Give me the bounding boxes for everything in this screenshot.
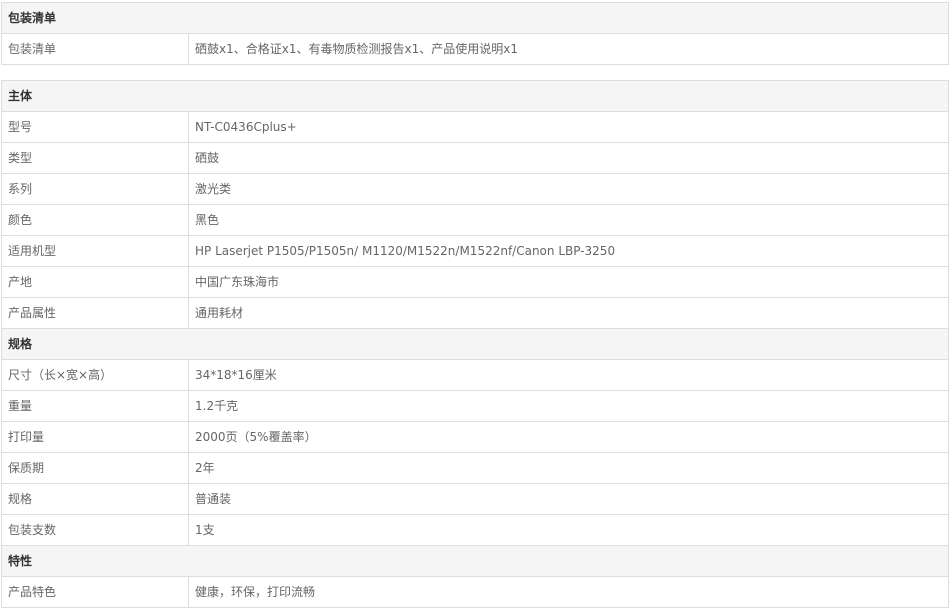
table-row: 类型 硒鼓 — [1, 142, 950, 174]
table-row: 包装支数 1支 — [1, 514, 950, 546]
spec-key: 颜色 — [1, 204, 189, 236]
section-title: 特性 — [0, 545, 950, 577]
table-row: 打印量 2000页（5%覆盖率） — [1, 421, 950, 453]
table-row: 包装清单 硒鼓x1、合格证x1、有毒物质检测报告x1、产品使用说明x1 — [1, 33, 950, 65]
section-title: 规格 — [0, 328, 950, 360]
spec-key: 系列 — [1, 173, 189, 205]
spec-value: 健康，环保，打印流畅 — [187, 576, 950, 608]
spec-key: 打印量 — [1, 421, 189, 453]
section-header-features: 特性 — [0, 545, 950, 577]
spec-value: 黑色 — [187, 204, 950, 236]
spec-value: 激光类 — [187, 173, 950, 205]
spec-key: 产地 — [1, 266, 189, 298]
spec-value: 1.2千克 — [187, 390, 950, 422]
spec-key: 适用机型 — [1, 235, 189, 267]
spec-value: 通用耗材 — [187, 297, 950, 329]
spec-value: HP Laserjet P1505/P1505n/ M1120/M1522n/M… — [187, 235, 950, 267]
table-row: 产品属性 通用耗材 — [1, 297, 950, 329]
table-row: 规格 普通装 — [1, 483, 950, 515]
spec-key: 产品特色 — [1, 576, 189, 608]
spec-value: 硒鼓 — [187, 142, 950, 174]
table-row: 适用机型 HP Laserjet P1505/P1505n/ M1120/M15… — [1, 235, 950, 267]
spec-value: 34*18*16厘米 — [187, 359, 950, 391]
table-row: 产地 中国广东珠海市 — [1, 266, 950, 298]
spec-value: 1支 — [187, 514, 950, 546]
section-header-main: 主体 — [0, 80, 950, 112]
spec-key: 保质期 — [1, 452, 189, 484]
section-title: 主体 — [0, 80, 950, 112]
table-row: 重量 1.2千克 — [1, 390, 950, 422]
table-row: 颜色 黑色 — [1, 204, 950, 236]
section-header-spec: 规格 — [0, 328, 950, 360]
section-title: 包装清单 — [0, 2, 950, 34]
spec-key: 产品属性 — [1, 297, 189, 329]
table-row: 系列 激光类 — [1, 173, 950, 205]
spec-key: 尺寸（长×宽×高） — [1, 359, 189, 391]
spec-key: 类型 — [1, 142, 189, 174]
table-row: 保质期 2年 — [1, 452, 950, 484]
spec-value: 硒鼓x1、合格证x1、有毒物质检测报告x1、产品使用说明x1 — [187, 33, 950, 65]
spec-key: 包装支数 — [1, 514, 189, 546]
spec-value: NT-C0436Cplus+ — [187, 111, 950, 143]
spec-key: 型号 — [1, 111, 189, 143]
table-row: 型号 NT-C0436Cplus+ — [1, 111, 950, 143]
spec-value: 中国广东珠海市 — [187, 266, 950, 298]
table-row: 产品特色 健康，环保，打印流畅 — [1, 576, 950, 608]
spec-table: 主体 型号 NT-C0436Cplus+ 类型 硒鼓 系列 激光类 颜色 黑色 … — [0, 80, 950, 608]
table-row: 尺寸（长×宽×高） 34*18*16厘米 — [1, 359, 950, 391]
spec-key: 包装清单 — [1, 33, 189, 65]
spec-value: 2000页（5%覆盖率） — [187, 421, 950, 453]
spec-key: 重量 — [1, 390, 189, 422]
spec-key: 规格 — [1, 483, 189, 515]
packing-list-table: 包装清单 包装清单 硒鼓x1、合格证x1、有毒物质检测报告x1、产品使用说明x1 — [0, 2, 950, 65]
spec-value: 普通装 — [187, 483, 950, 515]
section-header-packing: 包装清单 — [0, 2, 950, 34]
spec-value: 2年 — [187, 452, 950, 484]
